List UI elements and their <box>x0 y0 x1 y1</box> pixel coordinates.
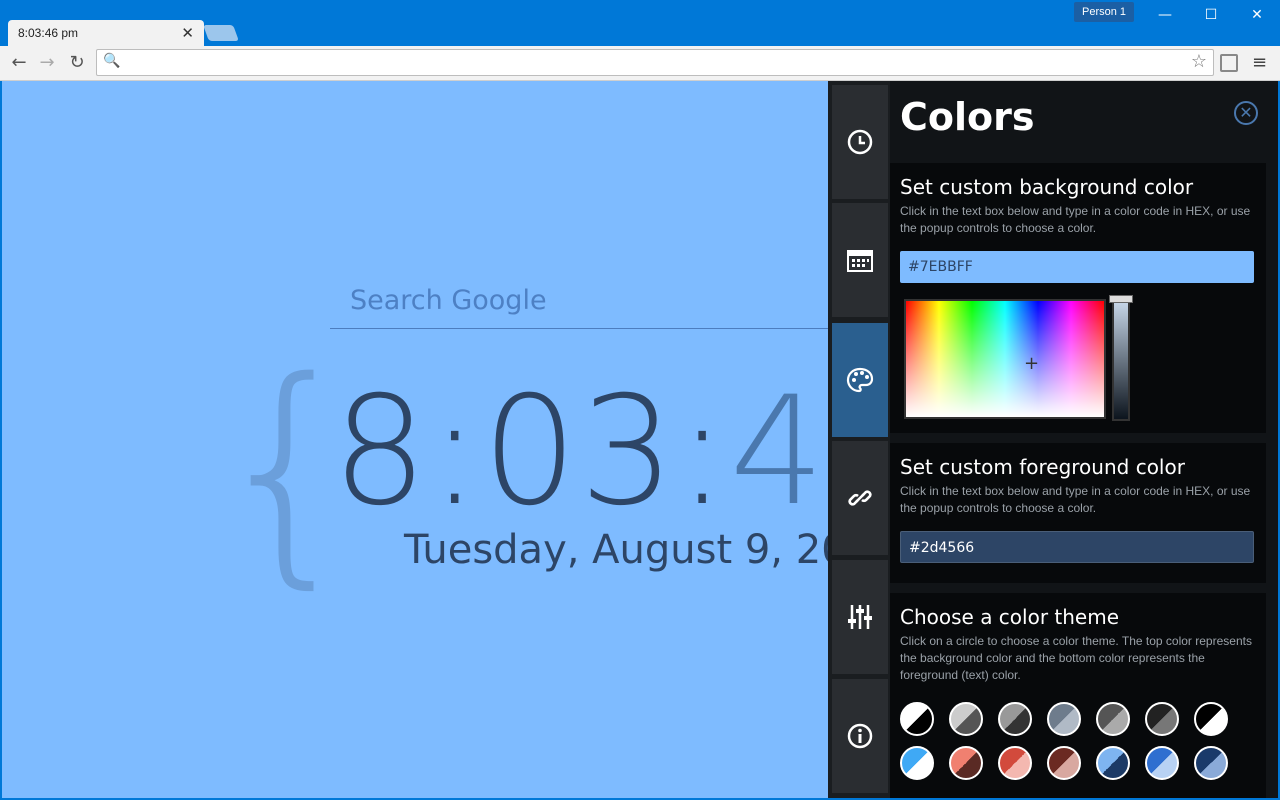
browser-tab[interactable]: 8:03:46 pm ✕ <box>8 20 204 46</box>
title-bar: 8:03:46 pm ✕ Person 1 — ☐ ✕ <box>0 0 1280 46</box>
clock-icon <box>847 129 873 155</box>
menu-icon[interactable]: ≡ <box>1252 52 1270 73</box>
theme-swatch[interactable] <box>1145 746 1179 780</box>
sidebar-item-settings[interactable] <box>832 560 888 674</box>
background-color-input[interactable]: #7EBBFF <box>900 251 1254 283</box>
theme-section-title: Choose a color theme <box>900 605 1120 629</box>
background-section-title: Set custom background color <box>900 175 1194 199</box>
new-tab-button[interactable] <box>203 25 239 41</box>
theme-swatch[interactable] <box>900 746 934 780</box>
foreground-color-section: Set custom foreground color Click in the… <box>890 443 1266 583</box>
brightness-slider[interactable] <box>1112 299 1130 421</box>
theme-swatch[interactable] <box>949 702 983 736</box>
theme-swatch[interactable] <box>1096 702 1130 736</box>
theme-swatch[interactable] <box>1194 702 1228 736</box>
settings-sidebar <box>828 81 890 798</box>
extension-icon[interactable] <box>1220 54 1238 72</box>
tab-title: 8:03:46 pm <box>18 26 79 40</box>
sidebar-item-colors[interactable] <box>832 323 888 437</box>
back-button[interactable]: ← <box>8 52 30 74</box>
theme-swatch[interactable] <box>998 746 1032 780</box>
slider-handle[interactable] <box>1109 295 1133 303</box>
clock-hours-minutes: 8:03: <box>332 365 730 539</box>
theme-swatch[interactable] <box>1047 746 1081 780</box>
sidebar-item-calendar[interactable] <box>832 203 888 317</box>
color-picker[interactable]: + <box>900 295 1133 423</box>
theme-swatch[interactable] <box>998 702 1032 736</box>
forward-button[interactable]: → <box>36 52 58 74</box>
minimize-button[interactable]: — <box>1142 0 1188 30</box>
theme-swatch[interactable] <box>1145 702 1179 736</box>
foreground-section-title: Set custom foreground color <box>900 455 1185 479</box>
sidebar-item-info[interactable] <box>832 679 888 793</box>
sidebar-item-clock[interactable] <box>832 85 888 199</box>
foreground-color-input[interactable]: #2d4566 <box>900 531 1254 563</box>
theme-section-description: Click on a circle to choose a color them… <box>900 634 1252 682</box>
theme-swatch[interactable] <box>1194 746 1228 780</box>
sliders-icon <box>848 605 872 629</box>
panel-title: Colors <box>900 95 1035 139</box>
address-bar[interactable]: 🔍 ☆ <box>96 49 1214 76</box>
theme-swatch[interactable] <box>1096 746 1130 780</box>
color-theme-section: Choose a color theme Click on a circle t… <box>890 593 1266 798</box>
search-input[interactable]: Search Google <box>330 281 850 329</box>
foreground-section-description: Click in the text box below and type in … <box>900 484 1251 515</box>
sidebar-item-links[interactable] <box>832 441 888 555</box>
theme-swatch[interactable] <box>900 702 934 736</box>
settings-panel: Colors ✕ Set custom background color Cli… <box>828 81 1278 798</box>
background-color-section: Set custom background color Click in the… <box>890 163 1266 433</box>
profile-button[interactable]: Person 1 <box>1074 2 1134 22</box>
close-tab-icon[interactable]: ✕ <box>181 24 194 42</box>
search-icon: 🔍 <box>103 53 121 69</box>
theme-swatch-grid <box>900 702 1256 780</box>
palette-icon <box>846 367 874 393</box>
bookmark-star-icon[interactable]: ☆ <box>1191 51 1207 72</box>
close-window-button[interactable]: ✕ <box>1234 0 1280 30</box>
background-section-description: Click in the text box below and type in … <box>900 204 1251 235</box>
close-panel-icon[interactable]: ✕ <box>1234 101 1258 125</box>
color-spectrum[interactable]: + <box>904 299 1106 419</box>
date-display: Tuesday, August 9, 20 <box>404 527 847 573</box>
reload-button[interactable]: ↻ <box>66 52 88 74</box>
maximize-button[interactable]: ☐ <box>1188 0 1234 30</box>
link-icon <box>848 490 872 506</box>
info-icon <box>847 723 873 749</box>
crosshair-cursor: + <box>1024 353 1040 374</box>
browser-toolbar: ← → ↻ 🔍 ☆ ≡ <box>0 46 1280 81</box>
panel-content: Colors ✕ Set custom background color Cli… <box>890 81 1266 798</box>
theme-swatch[interactable] <box>949 746 983 780</box>
theme-swatch[interactable] <box>1047 702 1081 736</box>
calendar-icon <box>847 250 873 272</box>
